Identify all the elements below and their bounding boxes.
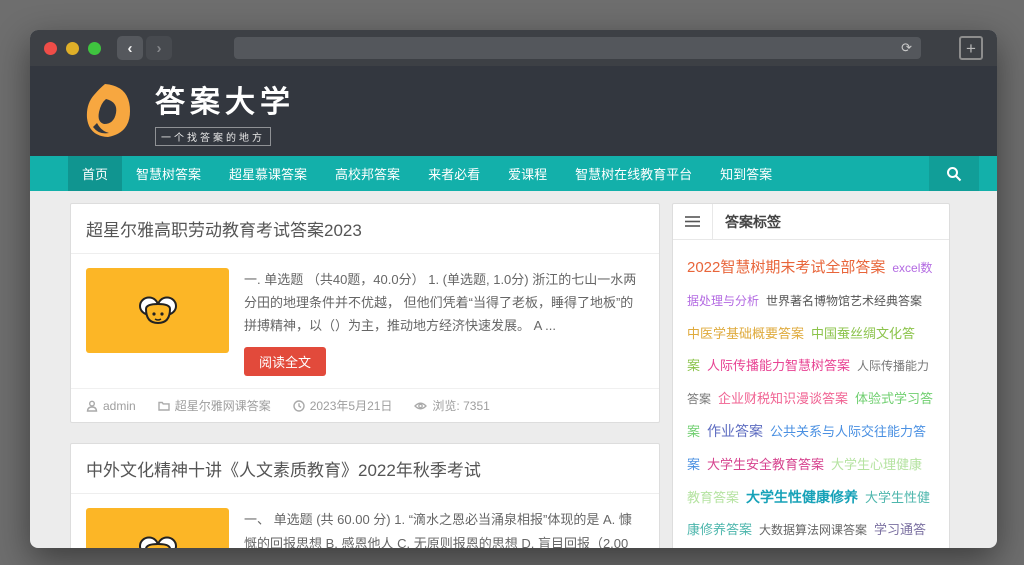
article-card: 中外文化精神十讲《人文素质教育》2022年秋季考试 一、 单选题 (共 60.0… bbox=[70, 443, 660, 548]
browser-window: ‹ › ⟳ + 答案大学 一个找答案的地方 首页 智慧树答案 超星慕课答案 高校邦答案… bbox=[30, 30, 997, 548]
clock-icon bbox=[293, 400, 305, 412]
article-date: 2023年5月21日 bbox=[293, 397, 392, 414]
tag-link[interactable]: 世界著名博物馆艺术经典答案 bbox=[766, 294, 922, 308]
nav-item-首页[interactable]: 首页 bbox=[68, 156, 123, 191]
article-title[interactable]: 中外文化精神十讲《人文素质教育》2022年秋季考试 bbox=[71, 444, 659, 495]
tag-link[interactable]: 企业财税知识漫谈答案 bbox=[718, 391, 848, 406]
article-author: admin bbox=[86, 399, 136, 413]
tag-link[interactable]: 大学生安全教育答案 bbox=[707, 457, 824, 472]
minimize-window-button[interactable] bbox=[66, 41, 79, 55]
nav-item-来者必看[interactable]: 来者必看 bbox=[414, 156, 494, 191]
refresh-icon[interactable]: ⟳ bbox=[901, 40, 912, 56]
sidebar: 答案标签 2022智慧树期末考试全部答案 excel数据处理与分析 世界著名博物馆艺… bbox=[672, 203, 950, 548]
nav-item-知到答案[interactable]: 知到答案 bbox=[706, 156, 786, 191]
tag-link[interactable]: 中医学基础概要答案 bbox=[687, 326, 804, 341]
site-title[interactable]: 答案大学 bbox=[155, 77, 295, 121]
site-header: 答案大学 一个找答案的地方 bbox=[30, 66, 997, 156]
nav-item-高校邦答案[interactable]: 高校邦答案 bbox=[321, 156, 414, 191]
close-window-button[interactable] bbox=[44, 41, 57, 55]
list-icon bbox=[685, 216, 700, 227]
cartoon-dog-face-image bbox=[86, 508, 229, 548]
tag-link[interactable]: 2022智慧树期末考试全部答案 bbox=[687, 259, 885, 276]
read-more-button[interactable]: 阅读全文 bbox=[244, 347, 327, 377]
article-views: 浏览: 7351 bbox=[414, 397, 490, 414]
browser-titlebar: ‹ › ⟳ + bbox=[30, 30, 997, 66]
sidebar-title: 答案标签 bbox=[725, 213, 781, 230]
article-title[interactable]: 超星尔雅高职劳动教育考试答案2023 bbox=[71, 204, 659, 254]
main-nav: 首页 智慧树答案 超星慕课答案 高校邦答案 来者必看 爱课程 智慧树在线教育平台 知到答案 bbox=[30, 156, 997, 191]
tag-cloud: 2022智慧树期末考试全部答案 excel数据处理与分析 世界著名博物馆艺术经典答案… bbox=[673, 240, 949, 548]
user-icon bbox=[86, 400, 98, 412]
search-button[interactable] bbox=[929, 156, 979, 191]
main-nav-items: 首页 智慧树答案 超星慕课答案 高校邦答案 来者必看 爱课程 智慧树在线教育平台 知到答案 bbox=[68, 156, 786, 191]
nav-item-爱课程[interactable]: 爱课程 bbox=[494, 156, 561, 191]
maximize-window-button[interactable] bbox=[88, 41, 101, 55]
article-list: 超星尔雅高职劳动教育考试答案2023 一. 单选题 （共40题，40.0分） 1… bbox=[70, 203, 660, 548]
nav-item-智慧树答案[interactable]: 智慧树答案 bbox=[122, 156, 215, 191]
site-logo-icon bbox=[86, 84, 130, 137]
nav-item-智慧树在线教育平台[interactable]: 智慧树在线教育平台 bbox=[561, 156, 706, 191]
article-thumbnail[interactable] bbox=[86, 268, 229, 353]
tag-link[interactable]: 作业答案 bbox=[707, 423, 763, 439]
article-category[interactable]: 超星尔雅网课答案 bbox=[157, 397, 271, 414]
folder-icon bbox=[157, 401, 170, 411]
tag-link[interactable]: 人际传播能力智慧树答案 bbox=[707, 358, 850, 373]
eye-icon bbox=[414, 402, 428, 410]
url-input[interactable] bbox=[234, 37, 921, 59]
cartoon-dog-face-image bbox=[86, 268, 229, 353]
traffic-lights bbox=[44, 41, 101, 55]
article-card: 超星尔雅高职劳动教育考试答案2023 一. 单选题 （共40题，40.0分） 1… bbox=[70, 203, 660, 424]
browser-forward-button[interactable]: › bbox=[146, 36, 172, 60]
nav-item-超星慕课答案[interactable]: 超星慕课答案 bbox=[215, 156, 321, 191]
address-bar[interactable]: ⟳ bbox=[234, 37, 921, 59]
browser-back-button[interactable]: ‹ bbox=[117, 36, 143, 60]
page-content: 超星尔雅高职劳动教育考试答案2023 一. 单选题 （共40题，40.0分） 1… bbox=[30, 191, 997, 548]
article-thumbnail[interactable] bbox=[86, 508, 229, 548]
tag-link[interactable]: 大数据算法网课答案 bbox=[759, 523, 867, 537]
sidebar-header: 答案标签 bbox=[673, 204, 949, 240]
site-tagline: 一个找答案的地方 bbox=[155, 126, 271, 146]
tag-link[interactable]: 大学生性健康修养 bbox=[746, 489, 858, 505]
search-icon bbox=[947, 166, 962, 181]
new-tab-button[interactable]: + bbox=[959, 36, 983, 60]
